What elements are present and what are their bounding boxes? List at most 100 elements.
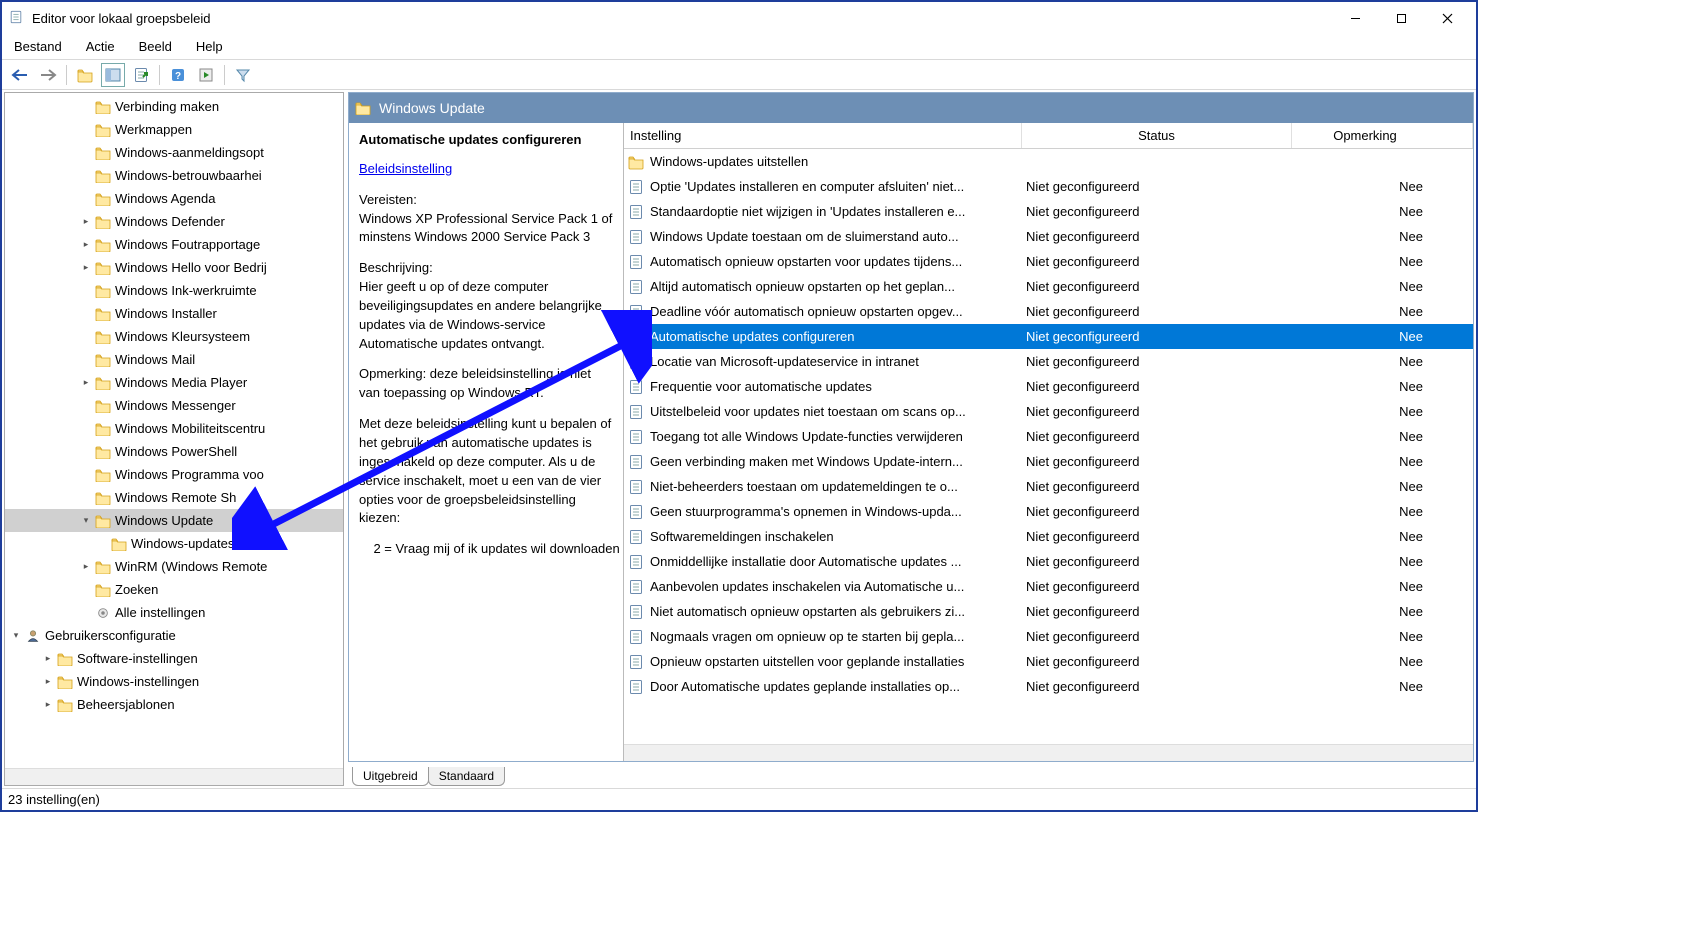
- setting-remark: Nee: [1292, 504, 1473, 519]
- help-button[interactable]: ?: [166, 63, 190, 87]
- tree-item[interactable]: Windows Messenger: [5, 394, 343, 417]
- tree-item[interactable]: ▸Windows Defender: [5, 210, 343, 233]
- close-button[interactable]: [1424, 3, 1470, 33]
- forward-button[interactable]: [36, 63, 60, 87]
- tree-item[interactable]: Windows-betrouwbaarhei: [5, 164, 343, 187]
- tree-item[interactable]: Windows Agenda: [5, 187, 343, 210]
- tree-item[interactable]: ▸Windows Foutrapportage: [5, 233, 343, 256]
- setting-status: Niet geconfigureerd: [1022, 479, 1292, 494]
- expander-blank: [79, 399, 93, 413]
- run-button[interactable]: [194, 63, 218, 87]
- list-row[interactable]: Altijd automatisch opnieuw opstarten op …: [624, 274, 1473, 299]
- chevron-right-icon[interactable]: ▸: [79, 560, 93, 574]
- tree-item[interactable]: Windows Kleursysteem: [5, 325, 343, 348]
- titlebar[interactable]: Editor voor lokaal groepsbeleid: [2, 2, 1476, 34]
- tab-uitgebreid[interactable]: Uitgebreid: [352, 767, 429, 786]
- list-row[interactable]: Automatisch opnieuw opstarten voor updat…: [624, 249, 1473, 274]
- menu-bestand[interactable]: Bestand: [10, 37, 66, 56]
- up-button[interactable]: [73, 63, 97, 87]
- maximize-button[interactable]: [1378, 3, 1424, 33]
- list-row[interactable]: Door Automatische updates geplande insta…: [624, 674, 1473, 699]
- tree-scroll[interactable]: Verbinding maken Werkmappen Windows-aanmel…: [5, 93, 343, 768]
- tree-item[interactable]: ▾Gebruikersconfiguratie: [5, 624, 343, 647]
- expander-blank: [79, 284, 93, 298]
- tree-item-label: Windows Agenda: [115, 191, 215, 206]
- list-hscroll[interactable]: [624, 744, 1473, 761]
- tree-item[interactable]: Windows Remote Sh: [5, 486, 343, 509]
- list-row[interactable]: Locatie van Microsoft-updateservice in i…: [624, 349, 1473, 374]
- tree-item[interactable]: Alle instellingen: [5, 601, 343, 624]
- tree-item[interactable]: ▸Beheersjablonen: [5, 693, 343, 716]
- list-row[interactable]: Geen stuurprogramma's opnemen in Windows…: [624, 499, 1473, 524]
- chevron-down-icon[interactable]: ▾: [79, 514, 93, 528]
- tree-item[interactable]: ▸Windows Hello voor Bedrij: [5, 256, 343, 279]
- chevron-right-icon[interactable]: ▸: [41, 698, 55, 712]
- tree-item[interactable]: Windows-updates uitst: [5, 532, 343, 555]
- setting-remark: Nee: [1292, 679, 1473, 694]
- list-row[interactable]: Uitstelbeleid voor updates niet toestaan…: [624, 399, 1473, 424]
- list-row[interactable]: Aanbevolen updates inschakelen via Autom…: [624, 574, 1473, 599]
- tree-item[interactable]: ▸Windows Media Player: [5, 371, 343, 394]
- list-row[interactable]: Softwaremeldingen inschakelenNiet geconf…: [624, 524, 1473, 549]
- setting-name: Automatisch opnieuw opstarten voor updat…: [650, 254, 962, 269]
- list-row[interactable]: Windows-updates uitstellen: [624, 149, 1473, 174]
- tree-hscroll[interactable]: [5, 768, 343, 785]
- list-row[interactable]: Automatische updates configurerenNiet ge…: [624, 324, 1473, 349]
- chevron-right-icon[interactable]: ▸: [79, 376, 93, 390]
- chevron-down-icon[interactable]: ▾: [9, 629, 23, 643]
- column-status[interactable]: Status: [1022, 123, 1292, 148]
- menu-beeld[interactable]: Beeld: [135, 37, 176, 56]
- tree-item[interactable]: ▸Software-instellingen: [5, 647, 343, 670]
- tree-item-label: Werkmappen: [115, 122, 192, 137]
- menu-actie[interactable]: Actie: [82, 37, 119, 56]
- tree-item[interactable]: Windows Installer: [5, 302, 343, 325]
- app-window: Editor voor lokaal groepsbeleid Bestand …: [0, 0, 1478, 812]
- list-row[interactable]: Onmiddellijke installatie door Automatis…: [624, 549, 1473, 574]
- tree-item[interactable]: Zoeken: [5, 578, 343, 601]
- column-remark[interactable]: Opmerking: [1292, 123, 1473, 148]
- policy-setting-link[interactable]: Beleidsinstelling: [359, 160, 452, 179]
- list-row[interactable]: Optie 'Updates installeren en computer a…: [624, 174, 1473, 199]
- show-tree-button[interactable]: [101, 63, 125, 87]
- back-button[interactable]: [8, 63, 32, 87]
- list-row[interactable]: Geen verbinding maken met Windows Update…: [624, 449, 1473, 474]
- chevron-right-icon[interactable]: ▸: [79, 261, 93, 275]
- minimize-button[interactable]: [1332, 3, 1378, 33]
- list-row[interactable]: Opnieuw opstarten uitstellen voor geplan…: [624, 649, 1473, 674]
- column-setting[interactable]: Instelling: [624, 123, 1022, 148]
- menu-help[interactable]: Help: [192, 37, 227, 56]
- chevron-right-icon[interactable]: ▸: [79, 215, 93, 229]
- tree-item[interactable]: Verbinding maken: [5, 95, 343, 118]
- tree-item[interactable]: Windows PowerShell: [5, 440, 343, 463]
- tree-item-label: Windows Kleursysteem: [115, 329, 250, 344]
- list-row[interactable]: Niet automatisch opnieuw opstarten als g…: [624, 599, 1473, 624]
- list-row[interactable]: Niet-beheerders toestaan om updatemeldin…: [624, 474, 1473, 499]
- tree-item[interactable]: ▾Windows Update: [5, 509, 343, 532]
- tab-standaard[interactable]: Standaard: [428, 767, 505, 786]
- tree-item[interactable]: Windows Mobiliteitscentru: [5, 417, 343, 440]
- folder-icon: [57, 652, 73, 666]
- chevron-right-icon[interactable]: ▸: [79, 238, 93, 252]
- export-button[interactable]: [129, 63, 153, 87]
- setting-name: Onmiddellijke installatie door Automatis…: [650, 554, 961, 569]
- list-row[interactable]: Windows Update toestaan om de sluimersta…: [624, 224, 1473, 249]
- list-row[interactable]: Toegang tot alle Windows Update-functies…: [624, 424, 1473, 449]
- tree-item[interactable]: Windows-aanmeldingsopt: [5, 141, 343, 164]
- tree-item[interactable]: Werkmappen: [5, 118, 343, 141]
- setting-name: Automatische updates configureren: [650, 329, 855, 344]
- filter-button[interactable]: [231, 63, 255, 87]
- tree-item[interactable]: Windows Programma voo: [5, 463, 343, 486]
- chevron-right-icon[interactable]: ▸: [41, 652, 55, 666]
- chevron-right-icon[interactable]: ▸: [41, 675, 55, 689]
- list-row[interactable]: Nogmaals vragen om opnieuw op te starten…: [624, 624, 1473, 649]
- tree-item[interactable]: Windows Mail: [5, 348, 343, 371]
- list-row[interactable]: Deadline vóór automatisch opnieuw opstar…: [624, 299, 1473, 324]
- list-row[interactable]: Frequentie voor automatische updatesNiet…: [624, 374, 1473, 399]
- setting-remark: Nee: [1292, 479, 1473, 494]
- list-row[interactable]: Standaardoptie niet wijzigen in 'Updates…: [624, 199, 1473, 224]
- tree-item[interactable]: ▸WinRM (Windows Remote: [5, 555, 343, 578]
- list-body[interactable]: Windows-updates uitstellenOptie 'Updates…: [624, 149, 1473, 744]
- setting-remark: Nee: [1292, 204, 1473, 219]
- tree-item[interactable]: Windows Ink-werkruimte: [5, 279, 343, 302]
- tree-item[interactable]: ▸Windows-instellingen: [5, 670, 343, 693]
